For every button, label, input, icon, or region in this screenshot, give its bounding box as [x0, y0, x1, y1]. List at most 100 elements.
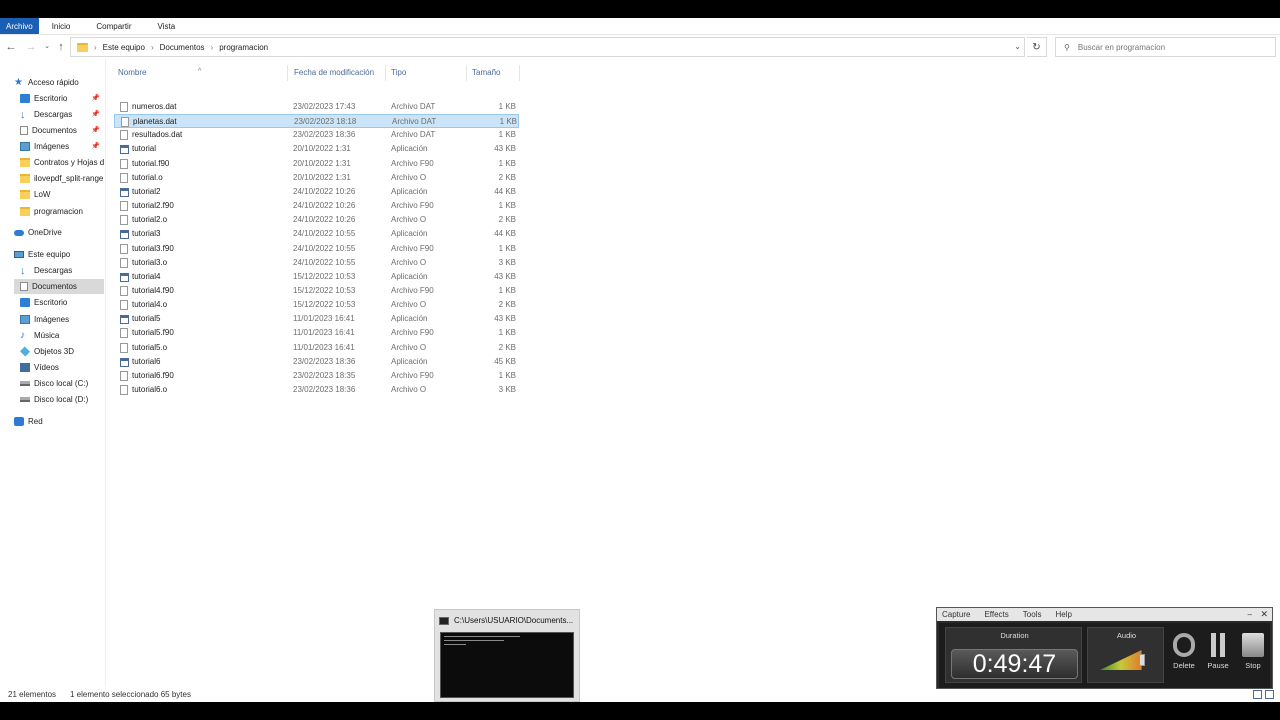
- file-row[interactable]: tutorial2.o 24/10/2022 10:26 Archivo O 2 KB: [114, 213, 519, 227]
- nav-imagenes[interactable]: Imágenes 📌: [20, 139, 104, 154]
- tab-compartir[interactable]: Compartir: [83, 18, 144, 34]
- taskbar-thumbnail[interactable]: C:\Users\USUARIO\Documents...: [434, 609, 580, 702]
- nav-programacion[interactable]: programacion: [20, 204, 104, 219]
- nav-pc-descargas[interactable]: ↓ Descargas: [20, 263, 104, 278]
- breadcrumb-documentos[interactable]: Documentos: [160, 43, 205, 52]
- file-size: 2 KB: [498, 215, 516, 225]
- file-icon: [120, 285, 128, 296]
- application-icon: [120, 230, 129, 240]
- file-row[interactable]: tutorial5.o 11/01/2023 16:41 Archivo O 2 KB: [114, 341, 519, 355]
- nav-low[interactable]: LoW: [20, 187, 104, 202]
- file-row[interactable]: resultados.dat 23/02/2023 18:36 Archivo DA…: [114, 128, 519, 142]
- nav-contratos[interactable]: Contratos y Hojas d: [20, 155, 104, 170]
- file-row[interactable]: tutorial4 15/12/2022 10:53 Aplicación 43 KB: [114, 270, 519, 284]
- file-row[interactable]: planetas.dat 23/02/2023 18:18 Archivo DAT 1…: [114, 114, 519, 129]
- file-row[interactable]: tutorial6 23/02/2023 18:36 Aplicación 45 KB: [114, 355, 519, 369]
- file-row[interactable]: numeros.dat 23/02/2023 17:43 Archivo DAT 1 …: [114, 100, 519, 114]
- breadcrumb-este-equipo[interactable]: Este equipo: [103, 43, 145, 52]
- file-row[interactable]: tutorial5.f90 11/01/2023 16:41 Archivo F90…: [114, 326, 519, 340]
- file-row[interactable]: tutorial.f90 20/10/2022 1:31 Archivo F90 1 …: [114, 157, 519, 171]
- audio-level-handle[interactable]: [1138, 654, 1145, 666]
- menu-capture[interactable]: Capture: [942, 608, 970, 621]
- file-row[interactable]: tutorial2 24/10/2022 10:26 Aplicación 44 KB: [114, 185, 519, 199]
- tab-inicio[interactable]: Inicio: [39, 18, 84, 34]
- file-icon: [120, 243, 128, 254]
- close-icon[interactable]: ✕: [1260, 608, 1268, 621]
- delete-button[interactable]: Delete: [1169, 633, 1199, 670]
- column-header-tamano[interactable]: Tamaño: [468, 65, 520, 81]
- nav-escritorio[interactable]: Escritorio 📌: [20, 91, 104, 106]
- file-type: Archivo F90: [391, 370, 434, 380]
- drive-icon: [20, 397, 30, 402]
- file-row[interactable]: tutorial6.f90 23/02/2023 18:35 Archivo F90…: [114, 369, 519, 383]
- column-header-fecha[interactable]: Fecha de modificación: [290, 65, 386, 81]
- chevron-down-icon[interactable]: ⌄: [1014, 42, 1021, 51]
- address-bar[interactable]: › Este equipo › Documentos › programacio…: [70, 37, 1025, 57]
- nav-label: Imágenes: [34, 315, 70, 324]
- document-icon: [20, 282, 28, 291]
- minimize-icon[interactable]: –: [1248, 608, 1252, 621]
- nav-label: ilovepdf_split-range: [34, 174, 104, 183]
- tab-vista[interactable]: Vista: [145, 18, 189, 34]
- nav-disco-c[interactable]: Disco local (C:): [20, 376, 104, 391]
- nav-disco-d[interactable]: Disco local (D:): [20, 392, 104, 407]
- file-name: tutorial2.o: [132, 215, 168, 225]
- file-type: Archivo F90: [391, 201, 434, 211]
- file-icon: [121, 117, 129, 128]
- search-box[interactable]: ⚲: [1055, 37, 1276, 57]
- audio-level-meter[interactable]: [1100, 650, 1152, 670]
- file-row[interactable]: tutorial4.o 15/12/2022 10:53 Archivo O 2 KB: [114, 298, 519, 312]
- file-size: 2 KB: [498, 172, 516, 182]
- nav-este-equipo[interactable]: Este equipo: [14, 247, 104, 262]
- file-type: Archivo O: [391, 257, 427, 267]
- file-size: 1 KB: [498, 285, 516, 295]
- nav-label: Escritorio: [34, 298, 68, 307]
- cloud-icon: [14, 229, 24, 236]
- nav-objetos-3d[interactable]: Objetos 3D: [20, 344, 104, 359]
- menu-tools[interactable]: Tools: [1023, 608, 1042, 621]
- details-view-icon[interactable]: [1253, 690, 1262, 699]
- up-arrow-icon[interactable]: ↑: [54, 39, 68, 55]
- nav-label: Red: [28, 417, 43, 426]
- nav-acceso-rapido[interactable]: ★ Acceso rápido: [14, 75, 104, 90]
- nav-musica[interactable]: ♪ Música: [20, 328, 104, 343]
- menu-effects[interactable]: Effects: [984, 608, 1008, 621]
- file-row[interactable]: tutorial3.f90 24/10/2022 10:55 Archivo F90…: [114, 242, 519, 256]
- forward-arrow-icon[interactable]: →: [24, 39, 38, 55]
- large-icons-view-icon[interactable]: [1265, 690, 1274, 699]
- breadcrumb-programacion[interactable]: programacion: [219, 43, 268, 52]
- nav-pc-documentos[interactable]: Documentos: [14, 279, 104, 294]
- nav-pc-escritorio[interactable]: Escritorio: [20, 295, 104, 310]
- ribbon: Archivo Inicio Compartir Vista: [0, 18, 1280, 35]
- file-row[interactable]: tutorial2.f90 24/10/2022 10:26 Archivo F90…: [114, 199, 519, 213]
- column-header-nombre[interactable]: Nombre ^: [114, 65, 288, 81]
- stop-button[interactable]: Stop: [1238, 633, 1268, 670]
- back-arrow-icon[interactable]: ←: [4, 39, 18, 55]
- nav-ilovepdf[interactable]: ilovepdf_split-range: [20, 171, 104, 186]
- column-header-tipo[interactable]: Tipo: [387, 65, 467, 81]
- file-row[interactable]: tutorial4.f90 15/12/2022 10:53 Archivo F90…: [114, 284, 519, 298]
- chevron-right-icon: ›: [94, 42, 97, 52]
- refresh-icon[interactable]: ↻: [1027, 37, 1047, 57]
- nav-onedrive[interactable]: OneDrive: [14, 225, 104, 240]
- file-name: tutorial2.f90: [132, 201, 174, 211]
- file-date: 20/10/2022 1:31: [293, 172, 351, 182]
- file-row[interactable]: tutorial6.o 23/02/2023 18:36 Archivo O 3 KB: [114, 383, 519, 397]
- nav-documentos[interactable]: Documentos 📌: [20, 123, 104, 138]
- menu-help[interactable]: Help: [1055, 608, 1071, 621]
- search-input[interactable]: [1077, 42, 1258, 52]
- file-row[interactable]: tutorial 20/10/2022 1:31 Aplicación 43 KB: [114, 142, 519, 156]
- tab-archivo[interactable]: Archivo: [0, 18, 39, 34]
- file-row[interactable]: tutorial5 11/01/2023 16:41 Aplicación 43 KB: [114, 312, 519, 326]
- file-row[interactable]: tutorial.o 20/10/2022 1:31 Archivo O 2 KB: [114, 171, 519, 185]
- nav-videos[interactable]: Vídeos: [20, 360, 104, 375]
- file-row[interactable]: tutorial3.o 24/10/2022 10:55 Archivo O 3 KB: [114, 256, 519, 270]
- recent-locations-chevron-icon[interactable]: ⌄: [40, 39, 54, 55]
- chevron-right-icon: ›: [150, 42, 154, 52]
- nav-red[interactable]: Red: [14, 414, 104, 429]
- pause-button[interactable]: Pause: [1203, 633, 1233, 670]
- nav-pc-imagenes[interactable]: Imágenes: [20, 312, 104, 327]
- pin-icon: 📌: [91, 111, 100, 118]
- nav-descargas[interactable]: ↓ Descargas 📌: [20, 107, 104, 122]
- file-row[interactable]: tutorial3 24/10/2022 10:55 Aplicación 44 KB: [114, 227, 519, 241]
